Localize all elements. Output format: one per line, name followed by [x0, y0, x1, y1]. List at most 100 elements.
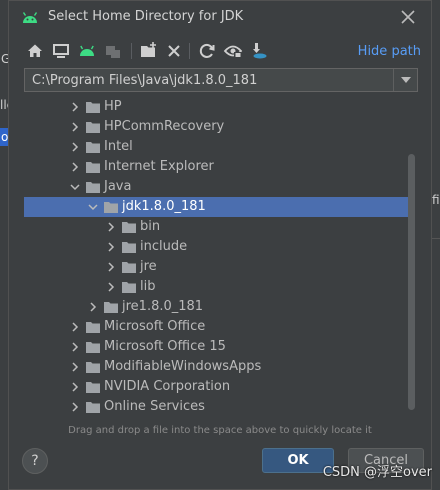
tree-item[interactable]: HPCommRecovery: [24, 117, 408, 137]
tree-item-label: Intel: [104, 139, 133, 154]
tree-item[interactable]: lib: [24, 277, 408, 297]
tree-item-label: lib: [140, 279, 156, 294]
folder-icon: [86, 141, 100, 153]
tree-item-label: include: [140, 239, 188, 254]
dialog-titlebar: Select Home Directory for JDK: [9, 1, 431, 33]
folder-icon: [86, 401, 100, 413]
chevron-right-icon[interactable]: [106, 222, 116, 232]
chevron-right-icon[interactable]: [70, 402, 80, 412]
delete-button[interactable]: [164, 41, 184, 61]
chevron-right-icon[interactable]: [70, 322, 80, 332]
dialog-title: Select Home Directory for JDK: [48, 9, 244, 24]
home-icon: [28, 44, 42, 57]
chevron-down-icon: [401, 77, 411, 83]
path-combobox[interactable]: [24, 68, 418, 92]
refresh-icon: [199, 43, 215, 58]
tree-item[interactable]: Microsoft Office 15: [24, 337, 408, 357]
chevron-down-icon[interactable]: [70, 182, 80, 192]
chevron-right-icon[interactable]: [70, 142, 80, 152]
module-icon: [106, 46, 120, 58]
tree-item-label: Microsoft Office 15: [104, 339, 226, 354]
chevron-right-icon[interactable]: [70, 342, 80, 352]
home-button[interactable]: [25, 41, 45, 61]
tree-item-label: jre1.8.0_181: [122, 299, 204, 314]
directory-tree[interactable]: HP HPCommRecovery Intel Internet Explorer Ja…: [24, 96, 418, 426]
chevron-right-icon[interactable]: [106, 282, 116, 292]
background-text: fil: [432, 193, 440, 207]
toolbar-separator: [131, 43, 132, 59]
project-button[interactable]: [77, 41, 97, 61]
tree-item[interactable]: include: [24, 237, 408, 257]
module-button[interactable]: [103, 41, 123, 61]
desktop-icon: [53, 44, 69, 58]
sdk-download-button[interactable]: [249, 41, 269, 61]
select-jdk-dialog: Select Home Directory for JDK Hide path …: [8, 0, 432, 490]
show-hidden-button[interactable]: [223, 41, 243, 61]
close-icon: [401, 10, 415, 24]
new-folder-icon: [141, 42, 156, 57]
tree-item-label: ModifiableWindowsApps: [104, 359, 262, 374]
refresh-button[interactable]: [197, 41, 217, 61]
folder-icon: [122, 261, 136, 273]
folder-icon: [86, 181, 100, 193]
android-icon: [21, 9, 39, 25]
chevron-right-icon[interactable]: [70, 382, 80, 392]
chevron-right-icon[interactable]: [106, 262, 116, 272]
tree-item-label: Microsoft Office: [104, 319, 206, 334]
chevron-right-icon[interactable]: [70, 362, 80, 372]
delete-icon: [168, 45, 180, 57]
sdk-download-icon: [253, 43, 267, 59]
chevron-right-icon[interactable]: [106, 242, 116, 252]
tree-item-label: HP: [104, 99, 122, 114]
tree-item[interactable]: Microsoft Office: [24, 317, 408, 337]
tree-item[interactable]: Online Services: [24, 397, 408, 417]
tree-item-label: bin: [140, 219, 161, 234]
folder-icon: [122, 241, 136, 253]
tree-item[interactable]: bin: [24, 217, 408, 237]
folder-icon: [104, 201, 118, 213]
tree-item[interactable]: jre1.8.0_181: [24, 297, 408, 317]
tree-item-label: Java: [104, 179, 132, 194]
folder-icon: [86, 161, 100, 173]
folder-icon: [86, 121, 100, 133]
path-input[interactable]: [25, 69, 393, 91]
folder-icon: [122, 221, 136, 233]
help-button[interactable]: ?: [22, 448, 48, 474]
desktop-button[interactable]: [51, 41, 71, 61]
file-chooser-toolbar: Hide path: [9, 39, 431, 63]
tree-item[interactable]: ModifiableWindowsApps: [24, 357, 408, 377]
chevron-right-icon[interactable]: [70, 102, 80, 112]
tree-scrollbar[interactable]: [408, 154, 415, 410]
toolbar-separator: [189, 43, 190, 59]
folder-icon: [86, 321, 100, 333]
tree-item-label: jdk1.8.0_181: [122, 199, 206, 214]
chevron-down-icon[interactable]: [88, 202, 98, 212]
tree-item[interactable]: Internet Explorer: [24, 157, 408, 177]
project-android-icon: [80, 45, 94, 56]
tree-item[interactable]: HP: [24, 97, 408, 117]
hide-path-link[interactable]: Hide path: [358, 44, 421, 59]
tree-item-label: NVIDIA Corporation: [104, 379, 231, 394]
chevron-right-icon[interactable]: [70, 162, 80, 172]
tree-item-label: jre: [140, 259, 157, 274]
watermark-text: CSDN @浮空over: [322, 465, 432, 480]
folder-icon: [122, 281, 136, 293]
tree-item[interactable]: jre: [24, 257, 408, 277]
tree-item[interactable]: Java: [24, 177, 408, 197]
tree-item[interactable]: NVIDIA Corporation: [24, 377, 408, 397]
new-folder-button[interactable]: [139, 41, 159, 61]
background-divider: [432, 238, 440, 239]
folder-icon: [86, 341, 100, 353]
folder-icon: [104, 301, 118, 313]
tree-item[interactable]: jdk1.8.0_181: [24, 197, 408, 217]
path-dropdown-button[interactable]: [393, 69, 417, 91]
chevron-right-icon[interactable]: [88, 302, 98, 312]
tree-item-label: HPCommRecovery: [104, 119, 225, 134]
tree-item[interactable]: Intel: [24, 137, 408, 157]
chevron-right-icon[interactable]: [70, 122, 80, 132]
folder-icon: [86, 381, 100, 393]
drag-drop-hint: Drag and drop a file into the space abov…: [68, 425, 372, 436]
tree-item-label: Internet Explorer: [104, 159, 214, 174]
close-button[interactable]: [397, 6, 419, 28]
tree-item-label: Online Services: [104, 399, 205, 414]
